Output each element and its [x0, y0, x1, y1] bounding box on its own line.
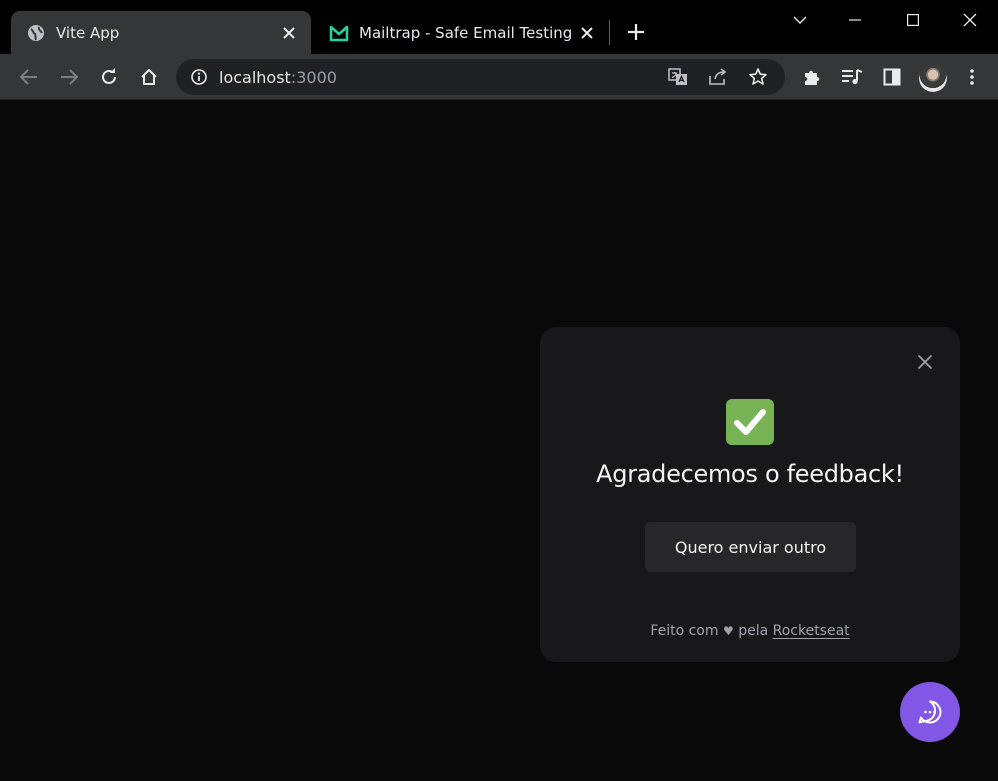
globe-icon — [26, 23, 46, 43]
translate-icon[interactable] — [665, 64, 691, 90]
close-widget-icon[interactable] — [914, 351, 936, 373]
browser-toolbar: localhost:3000 — [0, 54, 998, 100]
tab-close-icon[interactable] — [577, 23, 597, 43]
url-port: :3000 — [290, 67, 337, 87]
media-control-icon[interactable] — [839, 64, 865, 90]
success-title: Agradecemos o feedback! — [596, 460, 904, 488]
chat-bubble-icon — [918, 700, 942, 724]
widget-footer: Feito com ♥ pela Rocketseat — [540, 623, 960, 639]
tab-mailtrap[interactable]: Mailtrap - Safe Email Testing — [314, 11, 609, 54]
url-host: localhost — [219, 67, 291, 87]
tab-separator — [609, 20, 610, 45]
back-arrow-icon[interactable] — [16, 64, 42, 90]
tab-vite-app[interactable]: Vite App — [11, 11, 311, 54]
feedback-success-widget: Agradecemos o feedback! Quero enviar out… — [540, 327, 960, 662]
feedback-chat-button[interactable] — [900, 682, 960, 742]
address-bar[interactable]: localhost:3000 — [176, 59, 785, 95]
side-panel-icon[interactable] — [879, 64, 905, 90]
tab-strip: Vite App Mailtrap - Safe Email Testing — [0, 0, 998, 54]
bookmark-star-icon[interactable] — [745, 64, 771, 90]
heart-icon: ♥ — [722, 624, 734, 638]
forward-arrow-icon[interactable] — [56, 64, 82, 90]
profile-avatar[interactable] — [919, 64, 947, 92]
tab-title: Vite App — [56, 23, 120, 42]
info-icon[interactable] — [190, 68, 208, 86]
extensions-puzzle-icon[interactable] — [799, 64, 825, 90]
tab-close-icon[interactable] — [279, 23, 299, 43]
close-window-icon[interactable] — [955, 5, 985, 35]
check-mark-icon — [726, 399, 774, 445]
mailtrap-logo-icon — [329, 23, 349, 43]
send-another-button[interactable]: Quero enviar outro — [645, 522, 856, 572]
tab-title: Mailtrap - Safe Email Testing — [359, 23, 573, 42]
browser-window: Vite App Mailtrap - Safe Email Testing l… — [0, 0, 998, 781]
reload-icon[interactable] — [96, 64, 122, 90]
minimize-icon[interactable] — [840, 5, 870, 35]
more-menu-icon[interactable] — [959, 64, 985, 90]
new-tab-plus-icon[interactable] — [624, 20, 648, 44]
rocketseat-link[interactable]: Rocketseat — [773, 623, 850, 639]
share-icon[interactable] — [705, 64, 731, 90]
maximize-icon[interactable] — [898, 5, 928, 35]
footer-middle: pela — [738, 623, 769, 639]
footer-prefix: Feito com — [650, 623, 719, 639]
url-text[interactable]: localhost:3000 — [219, 68, 665, 87]
tab-search-chevron-icon[interactable] — [785, 5, 815, 35]
home-icon[interactable] — [136, 64, 162, 90]
